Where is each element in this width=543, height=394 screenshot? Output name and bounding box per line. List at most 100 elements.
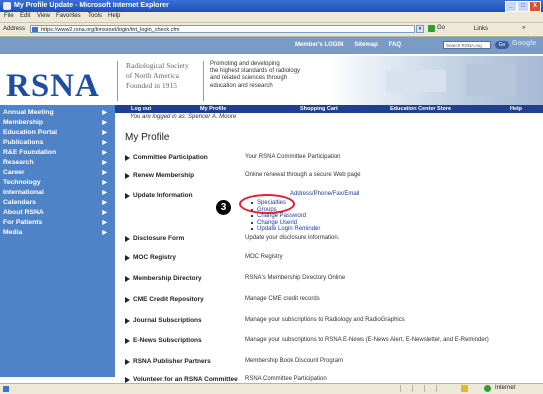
- arrow-right-icon: ▶: [102, 200, 107, 206]
- menu-tools[interactable]: Tools: [88, 13, 102, 19]
- education-center-link[interactable]: Education Center Store: [390, 106, 451, 112]
- close-button[interactable]: X: [529, 1, 541, 12]
- site-top-nav: Member's LOGIN Sitemap FAQ Search RSNA.o…: [0, 37, 543, 54]
- maximize-button[interactable]: □: [517, 1, 529, 12]
- sidebar-item-education-portal[interactable]: Education Portal ▶: [3, 129, 111, 136]
- row-description: Manage your subscriptions to RSNA E-News…: [245, 337, 489, 343]
- members-login-link[interactable]: Member's LOGIN: [295, 42, 343, 48]
- faq-link[interactable]: FAQ: [389, 42, 401, 48]
- sidebar-item-research[interactable]: Research ▶: [3, 159, 111, 166]
- sidebar-item-about-rsna[interactable]: About RSNA ▶: [3, 209, 111, 216]
- bullet-arrow-icon: [125, 255, 130, 261]
- ie-icon: [3, 2, 11, 10]
- row-link[interactable]: Journal Subscriptions: [133, 317, 202, 324]
- header-photo: [326, 56, 543, 105]
- address-dropdown-icon[interactable]: ▾: [416, 25, 424, 33]
- bullet-arrow-icon: [125, 359, 130, 365]
- go-button[interactable]: Go: [428, 25, 448, 33]
- address-phone-link[interactable]: Address/Phone/Fax/Email: [290, 191, 359, 197]
- row-link[interactable]: Update Information: [133, 192, 193, 199]
- menu-view[interactable]: View: [37, 13, 50, 19]
- row-link[interactable]: Committee Participation: [133, 154, 208, 161]
- arrow-right-icon: ▶: [102, 180, 107, 186]
- highlight-circle: [239, 194, 295, 214]
- bullet-arrow-icon: [125, 236, 130, 242]
- bullet-arrow-icon: [125, 173, 130, 179]
- address-url: https://www2.rsna.org/timssnet/login/tnt…: [41, 27, 180, 33]
- menu-help[interactable]: Help: [108, 13, 120, 19]
- row-description: Your RSNA Committee Participation: [245, 154, 341, 160]
- sidebar: Annual Meeting ▶ Membership ▶ Education Po…: [0, 105, 115, 377]
- address-bar: Address https://www2.rsna.org/timssnet/l…: [0, 23, 543, 37]
- page-title: My Profile: [125, 132, 170, 143]
- sidebar-item-publications[interactable]: Publications ▶: [3, 139, 111, 146]
- row-link[interactable]: Membership Directory: [133, 275, 202, 282]
- change-userid-link[interactable]: Change Userid: [251, 220, 320, 227]
- status-cell: [400, 385, 411, 392]
- page-status-icon: [3, 386, 9, 392]
- shopping-cart-link[interactable]: Shopping Cart: [300, 106, 338, 112]
- menu-edit[interactable]: Edit: [20, 13, 30, 19]
- row-link[interactable]: RSNA Publisher Partners: [133, 358, 211, 365]
- sitemap-link[interactable]: Sitemap: [354, 42, 377, 48]
- row-link[interactable]: CME Credit Repository: [133, 296, 204, 303]
- bullet-arrow-icon: [125, 193, 130, 199]
- society-name: Radiological Society of North America Fo…: [117, 61, 189, 101]
- row-description: Manage your subscriptions to Radiology a…: [245, 317, 405, 323]
- logout-link[interactable]: Log out: [131, 106, 151, 112]
- arrow-right-icon: ▶: [102, 130, 107, 136]
- minimize-button[interactable]: _: [505, 1, 517, 12]
- bullet-arrow-icon: [125, 297, 130, 303]
- window-title: My Profile Update - Microsoft Internet E…: [14, 2, 169, 9]
- sidebar-item-career[interactable]: Career ▶: [3, 169, 111, 176]
- help-link[interactable]: Help: [510, 106, 522, 112]
- sidebar-item-re-foundation[interactable]: R&E Foundation ▶: [3, 149, 111, 156]
- status-bar: Internet: [0, 383, 543, 394]
- row-description: Membership Book Discount Program: [245, 358, 344, 364]
- arrow-right-icon: ▶: [102, 220, 107, 226]
- row-description: MOC Registry: [245, 254, 283, 260]
- sidebar-item-calendars[interactable]: Calendars ▶: [3, 199, 111, 206]
- sidebar-item-membership[interactable]: Membership ▶: [3, 119, 111, 126]
- title-bar: My Profile Update - Microsoft Internet E…: [0, 0, 543, 12]
- arrow-right-icon: ▶: [102, 110, 107, 116]
- my-profile-link[interactable]: My Profile: [200, 106, 226, 112]
- row-link[interactable]: MOC Registry: [133, 254, 176, 261]
- site-search-input[interactable]: Search RSNA.org: [443, 41, 491, 49]
- rsna-logo[interactable]: RSNA: [6, 68, 100, 105]
- status-cell: [436, 385, 447, 392]
- sidebar-item-annual-meeting[interactable]: Annual Meeting ▶: [3, 109, 111, 116]
- links-button[interactable]: Links: [474, 26, 488, 32]
- arrow-right-icon: ▶: [102, 160, 107, 166]
- bullet-arrow-icon: [125, 155, 130, 161]
- row-link[interactable]: E-News Subscriptions: [133, 337, 202, 344]
- toolbar-extension-icon[interactable]: »: [522, 25, 536, 33]
- sidebar-item-international[interactable]: International ▶: [3, 189, 111, 196]
- address-input[interactable]: https://www2.rsna.org/timssnet/login/tnt…: [30, 25, 415, 33]
- row-link[interactable]: Disclosure Form: [133, 235, 184, 242]
- menu-favorites[interactable]: Favorites: [56, 13, 81, 19]
- sidebar-item-media[interactable]: Media ▶: [3, 229, 111, 236]
- arrow-right-icon: ▶: [102, 210, 107, 216]
- bullet-arrow-icon: [125, 318, 130, 324]
- step-marker: 3: [216, 200, 231, 215]
- page-icon: [32, 27, 38, 32]
- internet-zone-icon: [484, 385, 491, 392]
- arrow-right-icon: ▶: [102, 170, 107, 176]
- row-link[interactable]: Renew Membership: [133, 172, 194, 179]
- zone-label: Internet: [495, 385, 516, 391]
- row-description: RSNA Committee Participation: [245, 376, 327, 382]
- change-password-link[interactable]: Change Password: [251, 213, 320, 220]
- go-arrow-icon: [428, 25, 435, 32]
- tagline: Promoting and developing the highest sta…: [203, 61, 310, 101]
- site-header: RSNA Radiological Society of North Ameri…: [0, 54, 543, 105]
- update-login-reminder-link[interactable]: Update Login Reminder: [251, 226, 320, 233]
- row-link[interactable]: Volunteer for an RSNA Committee: [133, 376, 238, 383]
- google-label: Google: [512, 40, 537, 47]
- site-search-go-button[interactable]: Go: [495, 41, 509, 49]
- sidebar-item-technology[interactable]: Technology ▶: [3, 179, 111, 186]
- row-description: Online renewal through a secure Web page: [245, 172, 361, 178]
- menu-file[interactable]: File: [4, 13, 14, 19]
- arrow-right-icon: ▶: [102, 140, 107, 146]
- sidebar-item-for-patients[interactable]: For Patients ▶: [3, 219, 111, 226]
